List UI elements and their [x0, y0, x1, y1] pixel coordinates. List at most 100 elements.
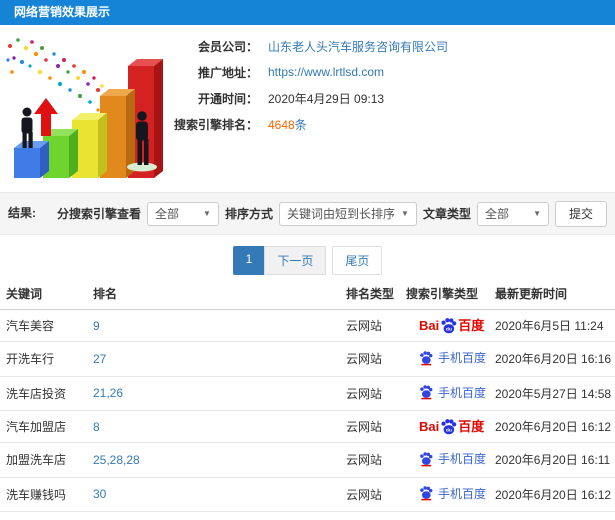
rank-type-cell: 云网站 — [341, 442, 401, 478]
rank-type-cell: 云网站 — [341, 410, 401, 443]
info-fields: 会员公司： 山东老人头汽车服务咨询有限公司 推广地址： https://www.… — [172, 33, 448, 137]
svg-text:du: du — [446, 326, 452, 332]
update-time-cell: 2020年6月20日 16:12 — [490, 410, 615, 443]
sort-label: 排序方式 — [224, 207, 273, 221]
engine-cell: Bai du 百度 — [401, 309, 490, 342]
mobile-baidu-paw-icon — [420, 486, 433, 501]
baidu-paw-icon: du — [441, 419, 457, 435]
table-row: 洗车店利润 30 云网站 Bai du 百度 — [0, 511, 615, 520]
rank-type-cell: 云网站 — [341, 309, 401, 342]
chevron-down-icon: ▼ — [203, 209, 211, 218]
keyword-cell: 开洗车行 — [0, 341, 88, 377]
baidu-paw-icon: du — [441, 318, 457, 334]
open-time-value: 2020年4月29日 09:13 — [268, 91, 385, 106]
engine-filter-select[interactable]: 全部 ▼ — [146, 201, 219, 226]
page-1-button[interactable]: 1 — [232, 246, 266, 275]
mobile-baidu-paw-icon — [420, 385, 433, 400]
rank-cell: 8 — [88, 410, 341, 443]
page: 网络营销效果展示 会员公司： 山东老人头汽车服务咨询有限公司 推广地址： htt… — [0, 0, 615, 520]
rank-type-cell: 云网站 — [341, 477, 401, 512]
table-row: 洗车赚钱吗 30 云网站 Bai du 百度 — [0, 477, 615, 512]
rank-link[interactable]: 27 — [93, 352, 106, 366]
update-time-cell: 2020年6月20日 16:16 — [490, 341, 615, 377]
article-type-label: 文章类型 — [422, 207, 471, 221]
rank-type-cell: 云网站 — [341, 341, 401, 377]
mobile-baidu-logo: 手机百度 — [419, 450, 486, 467]
article-type-select[interactable]: 全部 ▼ — [476, 201, 549, 226]
baidu-logo: Bai du 百度 — [419, 318, 485, 334]
baidu-logo: Bai du 百度 — [419, 419, 485, 435]
mobile-baidu-logo: 手机百度 — [419, 485, 486, 502]
filter-controls: 分搜索引擎查看 全部 ▼ 排序方式 关键词由短到长排序 ▼ 文章类型 全部 ▼ … — [57, 193, 607, 234]
update-time-cell: 2020年5月27日 14:58 — [490, 376, 615, 411]
update-time-cell: 2020年6月18日 14:27 — [490, 511, 615, 520]
keyword-cell: 加盟洗车店 — [0, 442, 88, 478]
engine-rank-count-value: 4648条 — [268, 116, 307, 133]
article-type-value: 全部 — [484, 207, 509, 221]
col-keyword: 关键词 — [0, 278, 88, 310]
mobile-baidu-paw-icon — [420, 451, 433, 466]
rank-cell: 25,28,28 — [88, 442, 341, 478]
rank-count-unit: 条 — [294, 117, 307, 132]
rank-link[interactable]: 21,26 — [93, 386, 123, 400]
mobile-baidu-logo: 手机百度 — [419, 349, 486, 366]
col-rank: 排名 — [88, 278, 341, 310]
update-time-cell: 2020年6月20日 16:12 — [490, 477, 615, 512]
col-rank-type: 排名类型 — [341, 278, 401, 310]
table-header-row: 关键词 排名 排名类型 搜索引擎类型 最新更新时间 — [0, 278, 615, 310]
results-table-wrap: 关键词 排名 排名类型 搜索引擎类型 最新更新时间 汽车美容 9 云网站 Bai — [0, 278, 615, 520]
table-row: 汽车加盟店 8 云网站 Bai du 百度 2020年6月20日 16:12 — [0, 410, 615, 443]
engine-cell: Bai du 百度 — [401, 477, 490, 512]
mobile-baidu-logo: 手机百度 — [419, 384, 486, 401]
keyword-cell: 洗车店利润 — [0, 511, 88, 520]
field-open-time: 开通时间： 2020年4月29日 09:13 — [172, 85, 448, 111]
keyword-cell: 汽车美容 — [0, 309, 88, 342]
rank-cell: 30 — [88, 511, 341, 520]
member-company-label: 会员公司： — [197, 39, 258, 54]
submit-button[interactable]: 提交 — [554, 200, 607, 227]
rank-count-number: 4648 — [268, 117, 295, 132]
last-page-button[interactable]: 尾页 — [332, 246, 383, 275]
sort-select[interactable]: 关键词由短到长排序 ▼ — [278, 201, 417, 226]
col-engine-type: 搜索引擎类型 — [401, 278, 490, 310]
keyword-cell: 洗车赚钱吗 — [0, 477, 88, 512]
page-title: 网络营销效果展示 — [14, 5, 111, 19]
update-time-cell: 2020年6月5日 11:24 — [490, 309, 615, 342]
field-promo-url: 推广地址： https://www.lrtlsd.com — [172, 59, 448, 85]
member-company-link[interactable]: 山东老人头汽车服务咨询有限公司 — [268, 38, 448, 55]
rank-cell: 9 — [88, 309, 341, 342]
table-row: 开洗车行 27 云网站 Bai du 百度 — [0, 341, 615, 377]
rank-cell: 30 — [88, 477, 341, 512]
filter-bar: 结果: 分搜索引擎查看 全部 ▼ 排序方式 关键词由短到长排序 ▼ 文章类型 全… — [0, 192, 615, 235]
chevron-down-icon: ▼ — [533, 209, 541, 218]
field-member-company: 会员公司： 山东老人头汽车服务咨询有限公司 — [172, 33, 448, 59]
promo-url-link[interactable]: https://www.lrtlsd.com — [268, 65, 384, 79]
field-engine-rank-count: 搜索引擎排名： 4648条 — [172, 111, 448, 137]
rank-link[interactable]: 9 — [93, 319, 100, 333]
rank-cell: 27 — [88, 341, 341, 377]
rank-type-cell: 云网站 — [341, 511, 401, 520]
rank-link[interactable]: 25,28,28 — [93, 453, 140, 467]
confetti-dots — [6, 38, 116, 120]
rank-link[interactable]: 30 — [93, 487, 106, 501]
open-time-label: 开通时间： — [197, 91, 258, 106]
keyword-cell: 洗车店投资 — [0, 376, 88, 411]
engine-cell: Bai du 百度 — [401, 341, 490, 377]
pagination: 1 下一页 尾页 — [0, 246, 615, 275]
table-row: 洗车店投资 21,26 云网站 Bai du 百度 — [0, 376, 615, 411]
sort-value: 关键词由短到长排序 — [286, 207, 395, 221]
engine-cell: Bai du 百度 — [401, 442, 490, 478]
update-time-cell: 2020年6月20日 16:11 — [490, 442, 615, 478]
engine-cell: Bai du 百度 — [401, 376, 490, 411]
next-page-button[interactable]: 下一页 — [264, 246, 327, 275]
rank-type-cell: 云网站 — [341, 376, 401, 411]
result-label: 结果: — [8, 206, 36, 220]
promo-url-label: 推广地址： — [197, 65, 258, 80]
engine-cell: Bai du 百度 — [401, 511, 490, 520]
engine-filter-value: 全部 — [154, 207, 179, 221]
svg-text:du: du — [446, 427, 452, 433]
chevron-down-icon: ▼ — [401, 209, 409, 218]
rank-link[interactable]: 8 — [93, 420, 100, 434]
bar-chart-illustration — [2, 31, 170, 185]
rank-cell: 21,26 — [88, 376, 341, 411]
